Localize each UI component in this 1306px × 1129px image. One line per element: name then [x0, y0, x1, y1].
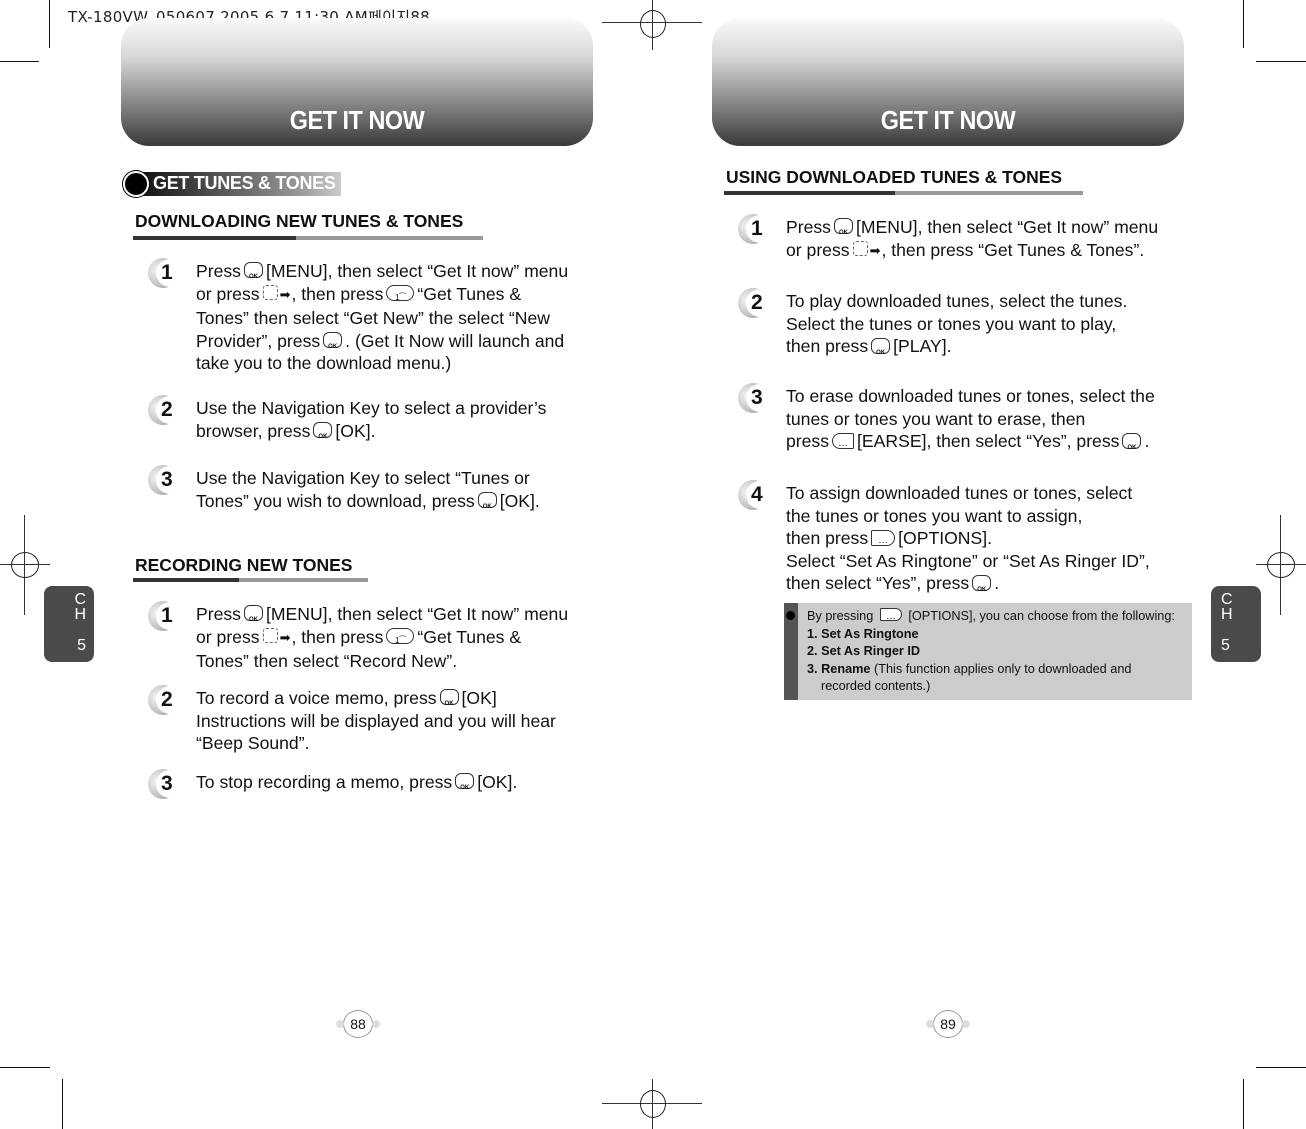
- crop-mark: [0, 1067, 50, 1068]
- heading-underline: [133, 578, 368, 582]
- chapter-tab: C H 5: [44, 586, 94, 662]
- options-key-icon: [871, 529, 896, 552]
- page-banner-left: GET IT NOW: [121, 18, 593, 146]
- section-pill: GET TUNES & TONES: [123, 171, 341, 197]
- note-item: 2. Set As Ringer ID: [807, 644, 921, 658]
- navigation-key-icon: [852, 241, 868, 257]
- ok-key-icon: [871, 337, 891, 364]
- section-pill-label: GET TUNES & TONES: [153, 173, 336, 193]
- step-text: To play downloaded tunes, select the tun…: [786, 290, 1127, 364]
- arrow-right-icon: ➡: [279, 286, 291, 302]
- step-text: To assign downloaded tunes or tones, sel…: [786, 482, 1150, 601]
- ok-key-icon: [439, 689, 459, 716]
- step-text: Press[MENU], then select “Get It now” me…: [786, 216, 1158, 263]
- section-heading: RECORDING NEW TONES: [135, 555, 353, 575]
- section-heading: DOWNLOADING NEW TUNES & TONES: [135, 211, 464, 231]
- step-text: To stop recording a memo, press[OK].: [196, 771, 517, 800]
- bullet-icon: [786, 611, 795, 620]
- ok-key-icon: [243, 605, 263, 632]
- crop-mark: [1256, 1067, 1306, 1068]
- step-number-badge: 1: [738, 214, 774, 244]
- banner-title: GET IT NOW: [289, 105, 425, 135]
- chapter-tab: C H 5: [1211, 586, 1261, 662]
- ok-key-icon: [243, 262, 263, 289]
- page-number: 88: [336, 1010, 380, 1038]
- navigation-key-icon: [262, 285, 278, 301]
- ok-key-icon: [477, 491, 497, 519]
- step-text: Use the Navigation Key to select a provi…: [196, 397, 546, 449]
- bullet-dot-icon: [123, 171, 149, 197]
- soft-key-icon: [832, 432, 855, 455]
- options-key-icon: [879, 608, 902, 626]
- note-item: 3. Rename (This function applies only to…: [807, 661, 1132, 676]
- number-1-key-icon: [386, 627, 415, 653]
- step-text: Use the Navigation Key to select “Tunes …: [196, 467, 540, 519]
- page-banner-right: GET IT NOW: [712, 18, 1184, 146]
- step-text: To erase downloaded tunes or tones, sele…: [786, 385, 1155, 459]
- navigation-key-icon: [262, 628, 278, 644]
- step-number-badge: 4: [738, 480, 774, 510]
- ok-key-icon: [833, 218, 853, 245]
- step-number-badge: 2: [738, 288, 774, 318]
- step-number-badge: 2: [148, 395, 184, 425]
- crop-mark: [49, 0, 50, 48]
- ok-key-icon: [313, 421, 333, 449]
- crop-mark: [1243, 1079, 1244, 1129]
- heading-underline: [724, 191, 1083, 195]
- banner-title: GET IT NOW: [880, 105, 1016, 135]
- section-heading: USING DOWNLOADED TUNES & TONES: [726, 167, 1063, 187]
- step-text: Press[MENU], then select “Get It now” me…: [196, 260, 568, 375]
- note-item: 1. Set As Ringtone: [807, 626, 919, 641]
- arrow-right-icon: ➡: [869, 242, 881, 258]
- step-number-badge: 3: [148, 769, 184, 799]
- step-number-badge: 2: [148, 685, 184, 715]
- heading-underline: [133, 236, 483, 240]
- number-1-key-icon: [386, 284, 415, 310]
- registration-mark: [1256, 515, 1306, 615]
- registration-mark: [0, 515, 50, 615]
- step-number-badge: 1: [148, 258, 184, 288]
- crop-mark: [0, 61, 39, 62]
- ok-key-icon: [323, 332, 343, 359]
- step-text: To record a voice memo, press[OK]Instruc…: [196, 687, 556, 755]
- crop-mark: [1256, 61, 1306, 62]
- options-note: By pressing [OPTIONS], you can choose fr…: [784, 603, 1192, 700]
- ok-key-icon: [455, 773, 475, 800]
- ok-key-icon: [972, 574, 992, 601]
- arrow-right-icon: ➡: [279, 629, 291, 645]
- registration-mark: [602, 1079, 702, 1129]
- step-number-badge: 3: [148, 465, 184, 495]
- crop-mark: [1243, 0, 1244, 48]
- step-text: Press[MENU], then select “Get It now” me…: [196, 603, 568, 673]
- step-number-badge: 1: [148, 601, 184, 631]
- registration-mark: [602, 0, 702, 50]
- crop-mark: [62, 1079, 63, 1129]
- ok-key-icon: [1122, 432, 1142, 459]
- step-number-badge: 3: [738, 383, 774, 413]
- page-number: 89: [926, 1010, 970, 1038]
